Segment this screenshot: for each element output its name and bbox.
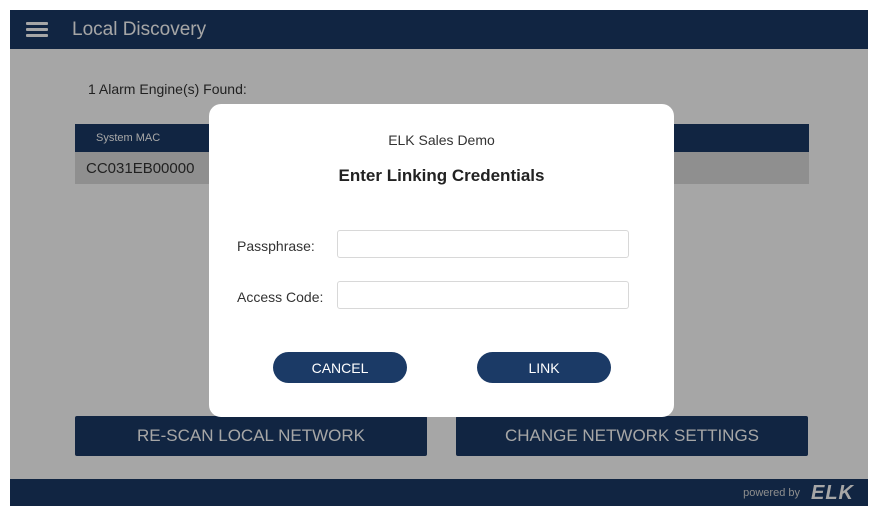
passphrase-label: Passphrase: — [237, 238, 315, 254]
cancel-button[interactable]: CANCEL — [273, 352, 407, 383]
link-button[interactable]: LINK — [477, 352, 611, 383]
dialog-system-name: ELK Sales Demo — [388, 132, 495, 148]
dialog-title: Enter Linking Credentials — [338, 166, 545, 185]
app-window: Local Discovery 1 Alarm Engine(s) Found:… — [10, 10, 868, 506]
passphrase-input[interactable] — [337, 230, 629, 258]
linking-credentials-dialog: ELK Sales Demo Enter Linking Credentials… — [209, 104, 674, 417]
access-code-label: Access Code: — [237, 289, 324, 305]
access-code-input[interactable] — [337, 281, 629, 309]
